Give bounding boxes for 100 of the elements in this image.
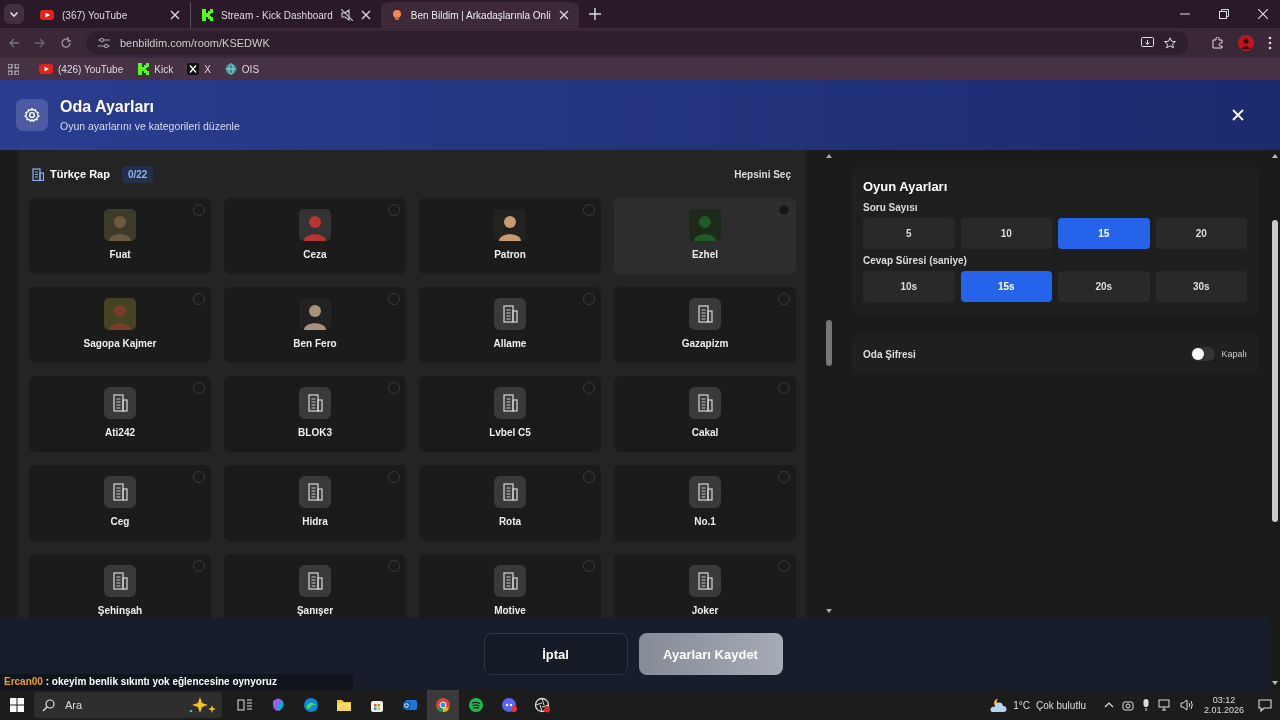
close-icon[interactable] [558,10,569,20]
category-card[interactable]: Allame [419,287,601,363]
category-card[interactable]: Joker [614,554,796,618]
close-icon[interactable] [1258,9,1268,19]
weather-text: Çok bulutlu [1035,699,1086,711]
bookmark[interactable]: (426) YouTube [39,63,124,75]
speaker-icon[interactable] [1179,699,1194,711]
option-button[interactable]: 30s [1155,271,1247,302]
category-card[interactable]: Rota [419,465,601,541]
category-card[interactable]: Sagopa Kajmer [29,287,211,363]
category-card[interactable]: Lvbel C5 [419,376,601,452]
network-icon[interactable] [1157,699,1172,711]
building-icon [104,476,136,508]
card-label: Motive [494,605,526,616]
clock-date: 2.01.2026 [1203,705,1244,715]
toggle-switch[interactable] [1191,347,1216,361]
building-icon [494,565,526,597]
building-icon [299,476,331,508]
option-button[interactable]: 20s [1058,271,1150,302]
install-app-icon[interactable] [1141,37,1154,49]
card-label: Hidra [302,516,328,527]
mail-icon[interactable] [401,697,418,713]
apps-grid-icon[interactable] [8,63,19,75]
category-card[interactable]: Ati242 [29,376,211,452]
option-button[interactable]: 10s [863,271,955,302]
option-button[interactable]: 15 [1058,218,1150,249]
search-input[interactable]: Ara [63,698,180,712]
close-icon[interactable] [360,10,371,20]
microphone-icon[interactable] [1141,699,1150,711]
browser-tab[interactable]: (367) YouTube [30,2,190,28]
site-settings-icon[interactable] [98,38,110,48]
card-label: Ben Fero [293,338,337,349]
bookmark[interactable]: OIS [224,63,260,75]
browser-tab[interactable]: Ben Bildim | Arkadaşlarınla Onli [380,2,579,28]
task-view-icon[interactable] [236,697,253,713]
select-all-button[interactable]: Hepsini Seç [732,164,793,184]
forward-arrow-icon[interactable] [34,37,46,49]
option-button[interactable]: 15s [960,271,1052,302]
search-icon [42,698,55,712]
radio-button[interactable] [778,204,790,216]
category-card[interactable]: Ben Fero [224,287,406,363]
card-label: BLOK3 [298,427,332,438]
category-card[interactable]: Fuat [29,198,211,274]
clock-time: 03:12 [1212,695,1236,705]
scrollbar[interactable] [1270,150,1280,690]
building-icon [494,298,526,330]
category-card[interactable]: Ezhel [614,198,796,274]
category-card[interactable]: No.1 [614,465,796,541]
building-icon [494,387,526,419]
card-label: Ezhel [691,249,719,260]
address-bar[interactable]: benbildim.com/room/KSEDWK [86,31,1188,55]
bookmark[interactable]: Kick [137,63,174,75]
card-label: Gazapizm [681,338,729,349]
card-label: Ceza [303,249,327,260]
category-card[interactable]: Ceza [224,198,406,274]
windows-start-icon[interactable] [10,698,24,712]
avatar-icon [299,209,331,241]
back-arrow-icon[interactable] [8,37,20,49]
profile-avatar-icon[interactable] [1238,35,1254,51]
muted-speaker-icon[interactable] [340,9,353,21]
avatar-icon [104,298,136,330]
music-app-icon[interactable] [467,697,484,713]
folder-icon[interactable] [335,697,352,713]
avatar-icon [104,209,136,241]
cancel-button[interactable]: İptal [483,633,628,675]
notification-icon[interactable] [1258,698,1272,712]
aperture-icon[interactable] [533,697,550,713]
option-button[interactable]: 20 [1155,218,1247,249]
camera-icon[interactable] [1121,699,1134,711]
search-bar[interactable]: Ara [34,692,222,718]
card-label: Sagopa Kajmer [83,338,157,349]
category-card[interactable]: Gazapizm [614,287,796,363]
chevron-up-icon[interactable] [1103,702,1114,708]
option-button[interactable]: 10 [960,218,1052,249]
category-card[interactable]: Cakal [614,376,796,452]
tab-search-icon[interactable] [4,4,24,24]
chat-app-icon[interactable] [500,697,517,713]
restore-icon[interactable] [1219,9,1229,19]
building-icon [689,565,721,597]
weather-cloud-icon[interactable] [989,697,1008,713]
card-label: Lvbel C5 [489,427,531,438]
category-card[interactable]: Ceg [29,465,211,541]
option-button[interactable]: 5 [863,218,955,249]
dialog-subtitle: Oyun ayarlarını ve kategorileri düzenle [60,120,240,132]
bookmark[interactable]: X [187,63,211,75]
category-card[interactable]: Motive [419,554,601,618]
category-card[interactable]: Hidra [224,465,406,541]
puzzle-icon[interactable] [1212,37,1224,49]
category-card[interactable]: Patron [419,198,601,274]
category-card[interactable]: Şehinşah [29,554,211,618]
new-tab-icon[interactable] [588,8,601,20]
wave-browser-icon[interactable] [302,697,319,713]
category-card[interactable]: Şanışer [224,554,406,618]
more-menu-icon[interactable] [1268,36,1272,50]
category-card[interactable]: BLOK3 [224,376,406,452]
reload-icon[interactable] [60,37,72,49]
star-icon[interactable] [1164,37,1176,49]
close-icon[interactable] [170,10,180,20]
panel-title: Oyun Ayarları [863,179,949,194]
field-label: Cevap Süresi (saniye) [863,255,968,266]
